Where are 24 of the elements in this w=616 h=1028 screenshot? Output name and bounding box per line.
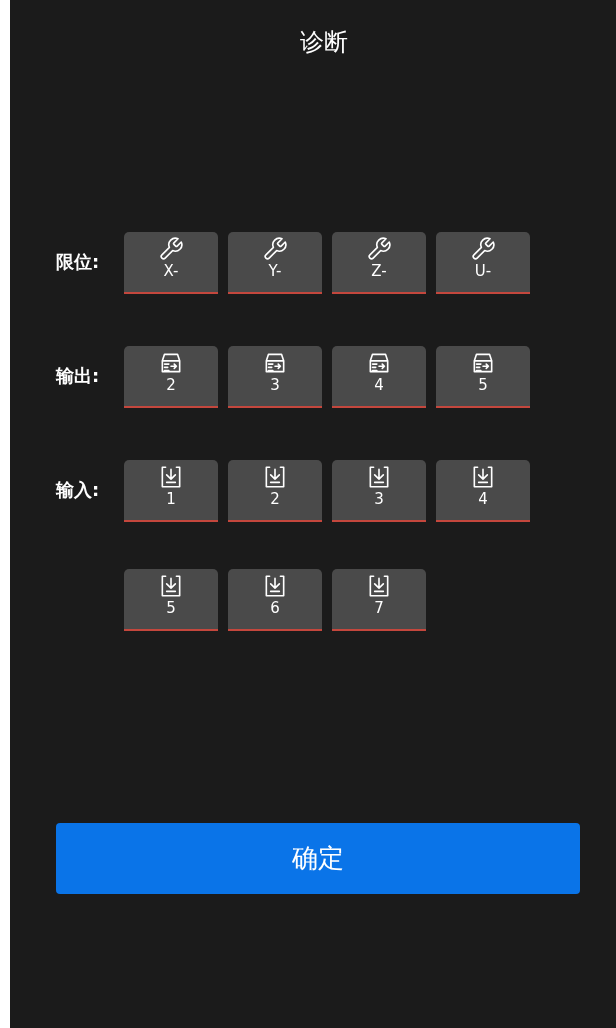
channel-button[interactable]: 3: [228, 346, 322, 408]
channel-button[interactable]: U-: [436, 232, 530, 294]
group-label: 输入:: [56, 478, 101, 502]
channel-button[interactable]: 5: [436, 346, 530, 408]
wrench-icon: [366, 236, 392, 262]
channel-button[interactable]: Z-: [332, 232, 426, 294]
channel-button[interactable]: 3: [332, 460, 426, 522]
wrench-icon: [158, 236, 184, 262]
channel-button[interactable]: 1: [124, 460, 218, 522]
wrench-icon: [262, 236, 288, 262]
channel-button[interactable]: 4: [436, 460, 530, 522]
page-title: 诊断: [300, 27, 348, 58]
channel-button[interactable]: X-: [124, 232, 218, 294]
confirm-button[interactable]: 确定: [56, 823, 580, 894]
channel-button[interactable]: 5: [124, 569, 218, 631]
channel-button[interactable]: 2: [228, 460, 322, 522]
channel-button[interactable]: 2: [124, 346, 218, 408]
wrench-icon: [470, 236, 496, 262]
channel-button[interactable]: 4: [332, 346, 426, 408]
channel-button[interactable]: 7: [332, 569, 426, 631]
channel-button[interactable]: 6: [228, 569, 322, 631]
group-label: 限位:: [56, 250, 101, 274]
channel-button[interactable]: Y-: [228, 232, 322, 294]
group-label: 输出:: [56, 364, 101, 388]
